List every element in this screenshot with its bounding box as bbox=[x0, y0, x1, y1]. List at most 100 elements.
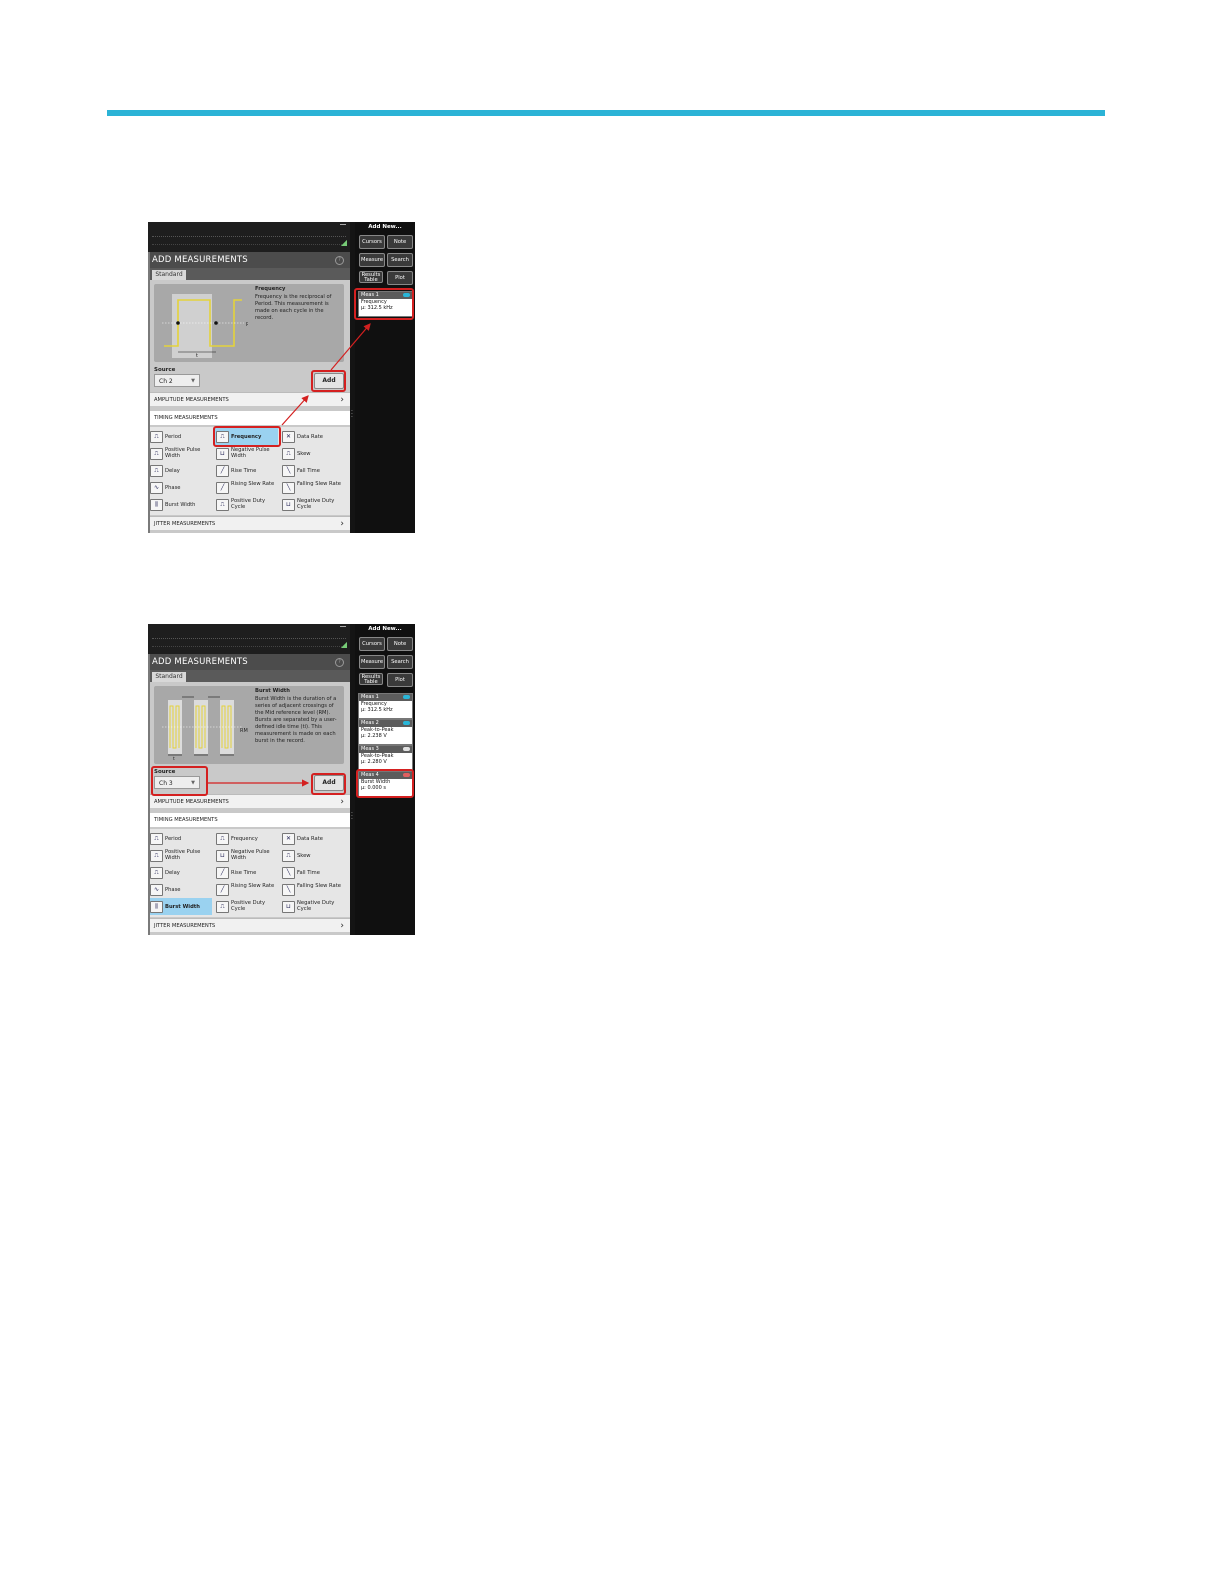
rising-slew-rate-button[interactable]: ╱ Rising Slew Rate bbox=[214, 881, 278, 898]
rise-time-button[interactable]: ╱ Rise Time bbox=[214, 864, 278, 881]
fall-time-button[interactable]: ╲ Fall Time bbox=[280, 864, 344, 881]
chevron-right-icon: › bbox=[340, 519, 344, 529]
tab-standard[interactable]: Standard bbox=[152, 270, 186, 280]
burst-width-icon: ⫼ bbox=[150, 901, 163, 913]
jitter-measurements-section[interactable]: JITTER MEASUREMENTS › bbox=[148, 516, 350, 530]
jitter-measurements-section[interactable]: JITTER MEASUREMENTS › bbox=[148, 918, 350, 932]
period-button[interactable]: ⎍ Period bbox=[148, 830, 212, 847]
measure-button[interactable]: Measure bbox=[359, 253, 385, 267]
desc-text: Frequency is the reciprocal of Period. T… bbox=[255, 294, 332, 321]
status-badge bbox=[403, 695, 410, 699]
period-icon: ⎍ bbox=[150, 833, 163, 845]
skew-button[interactable]: ⎍ Skew bbox=[280, 847, 344, 864]
svg-text:t: t bbox=[173, 756, 175, 760]
timing-measurements-header: TIMING MEASUREMENTS bbox=[148, 813, 350, 827]
measurement-description: RM t Frequency Frequency is the reciproc… bbox=[154, 284, 344, 362]
results-table-button[interactable]: Results Table bbox=[359, 673, 383, 685]
period-icon: ⎍ bbox=[150, 431, 163, 443]
search-button[interactable]: Search bbox=[387, 253, 413, 267]
delay-icon: ⎍ bbox=[150, 465, 163, 477]
skew-icon: ⎍ bbox=[282, 448, 295, 460]
fall-time-button[interactable]: ╲ Fall Time bbox=[280, 462, 344, 479]
period-button[interactable]: ⎍ Period bbox=[148, 428, 212, 445]
phase-icon: ∿ bbox=[150, 482, 163, 494]
delay-button[interactable]: ⎍ Delay bbox=[148, 864, 212, 881]
drag-handle-icon[interactable]: · · · bbox=[351, 409, 354, 421]
desc-title: Frequency bbox=[255, 286, 286, 292]
meas-badge-2[interactable]: Meas 2 Peak-to-Peak μ: 2.238 V bbox=[358, 719, 413, 745]
plot-button[interactable]: Plot bbox=[387, 673, 413, 687]
help-icon[interactable]: ? bbox=[335, 256, 344, 265]
phase-button[interactable]: ∿ Phase bbox=[148, 479, 212, 496]
skew-button[interactable]: ⎍ Skew bbox=[280, 445, 344, 462]
data-rate-button[interactable]: ✕ Data Rate bbox=[280, 830, 344, 847]
positive-pulse-icon: ⎍ bbox=[150, 448, 163, 460]
burst-width-button[interactable]: ⫼ Burst Width bbox=[148, 496, 212, 513]
cursors-button[interactable]: Cursors bbox=[359, 637, 385, 651]
data-rate-icon: ✕ bbox=[282, 833, 295, 845]
minimize-icon[interactable] bbox=[340, 626, 346, 627]
negative-pulse-width-button[interactable]: ⊔ Negative Pulse Width bbox=[214, 847, 278, 864]
data-rate-button[interactable]: ✕ Data Rate bbox=[280, 428, 344, 445]
falling-slew-icon: ╲ bbox=[282, 884, 295, 896]
negative-duty-icon: ⊔ bbox=[282, 901, 295, 913]
delay-button[interactable]: ⎍ Delay bbox=[148, 462, 212, 479]
dropdown-arrow-icon: ▼ bbox=[191, 378, 195, 384]
phase-icon: ∿ bbox=[150, 884, 163, 896]
delay-icon: ⎍ bbox=[150, 867, 163, 879]
frequency-highlight bbox=[213, 426, 281, 447]
measurement-description: RM t Burst Width Burst Width is the dura… bbox=[154, 686, 344, 764]
source-select[interactable]: Ch 2 ▼ bbox=[154, 374, 200, 387]
waveform-strip: ◢ bbox=[148, 222, 350, 253]
positive-pulse-width-button[interactable]: ⎍ Positive Pulse Width bbox=[148, 847, 212, 864]
timing-measurements-grid: ⎍ Period ⎍ Frequency ✕ Data Rate ⎍ Positive … bbox=[148, 829, 350, 917]
results-bar: Add New... Cursors Note Measure Search R… bbox=[355, 222, 415, 533]
chevron-right-icon: › bbox=[340, 797, 344, 807]
falling-slew-rate-button[interactable]: ╲ Falling Slew Rate bbox=[280, 881, 344, 898]
help-icon[interactable]: ? bbox=[335, 658, 344, 667]
amplitude-measurements-section[interactable]: AMPLITUDE MEASUREMENTS › bbox=[148, 392, 350, 406]
meas-badge-1[interactable]: Meas 1 Frequency μ: 312.5 kHz bbox=[358, 693, 413, 719]
phase-button[interactable]: ∿ Phase bbox=[148, 881, 212, 898]
tab-standard[interactable]: Standard bbox=[152, 672, 186, 682]
rise-time-button[interactable]: ╱ Rise Time bbox=[214, 462, 278, 479]
negative-pulse-width-button[interactable]: ⊔ Negative Pulse Width bbox=[214, 445, 278, 462]
add-new-label: Add New... bbox=[368, 626, 402, 632]
positive-duty-icon: ⎍ bbox=[216, 499, 229, 511]
source-highlight bbox=[151, 766, 208, 796]
minimize-icon[interactable] bbox=[340, 224, 346, 225]
frequency-button[interactable]: ⎍ Frequency bbox=[214, 830, 278, 847]
cursors-button[interactable]: Cursors bbox=[359, 235, 385, 249]
burst-width-diagram: RM t bbox=[162, 696, 248, 760]
screenshot-burst-width: ◢ ADD MEASUREMENTS? Standard RM t Burst … bbox=[148, 624, 415, 935]
amplitude-measurements-section[interactable]: AMPLITUDE MEASUREMENTS › bbox=[148, 794, 350, 808]
drag-handle-icon[interactable]: · · · bbox=[351, 811, 354, 823]
svg-text:t: t bbox=[196, 353, 198, 358]
search-button[interactable]: Search bbox=[387, 655, 413, 669]
positive-pulse-width-button[interactable]: ⎍ Positive Pulse Width bbox=[148, 445, 212, 462]
note-button[interactable]: Note bbox=[387, 235, 413, 249]
timing-measurements-header: TIMING MEASUREMENTS bbox=[148, 411, 350, 425]
negative-pulse-icon: ⊔ bbox=[216, 448, 229, 460]
status-badge bbox=[403, 747, 410, 751]
note-button[interactable]: Note bbox=[387, 637, 413, 651]
status-badge bbox=[403, 721, 410, 725]
chevron-right-icon: › bbox=[340, 395, 344, 405]
plot-button[interactable]: Plot bbox=[387, 271, 413, 285]
meas-highlight bbox=[354, 288, 414, 320]
positive-duty-icon: ⎍ bbox=[216, 901, 229, 913]
meas-badge-3[interactable]: Meas 3 Peak-to-Peak μ: 2.280 V bbox=[358, 745, 413, 771]
negative-duty-cycle-button[interactable]: ⊔ Negative Duty Cycle bbox=[280, 898, 344, 915]
falling-slew-rate-button[interactable]: ╲ Falling Slew Rate bbox=[280, 479, 344, 496]
burst-width-button[interactable]: ⫼ Burst Width bbox=[148, 898, 212, 915]
positive-duty-cycle-button[interactable]: ⎍ Positive Duty Cycle bbox=[214, 898, 278, 915]
measure-button[interactable]: Measure bbox=[359, 655, 385, 669]
source-label: Source bbox=[154, 367, 176, 373]
add-highlight bbox=[311, 773, 346, 795]
fall-time-icon: ╲ bbox=[282, 867, 295, 879]
meas-highlight bbox=[356, 769, 414, 798]
positive-duty-cycle-button[interactable]: ⎍ Positive Duty Cycle bbox=[214, 496, 278, 513]
rising-slew-rate-button[interactable]: ╱ Rising Slew Rate bbox=[214, 479, 278, 496]
negative-duty-cycle-button[interactable]: ⊔ Negative Duty Cycle bbox=[280, 496, 344, 513]
results-table-button[interactable]: Results Table bbox=[359, 271, 383, 283]
